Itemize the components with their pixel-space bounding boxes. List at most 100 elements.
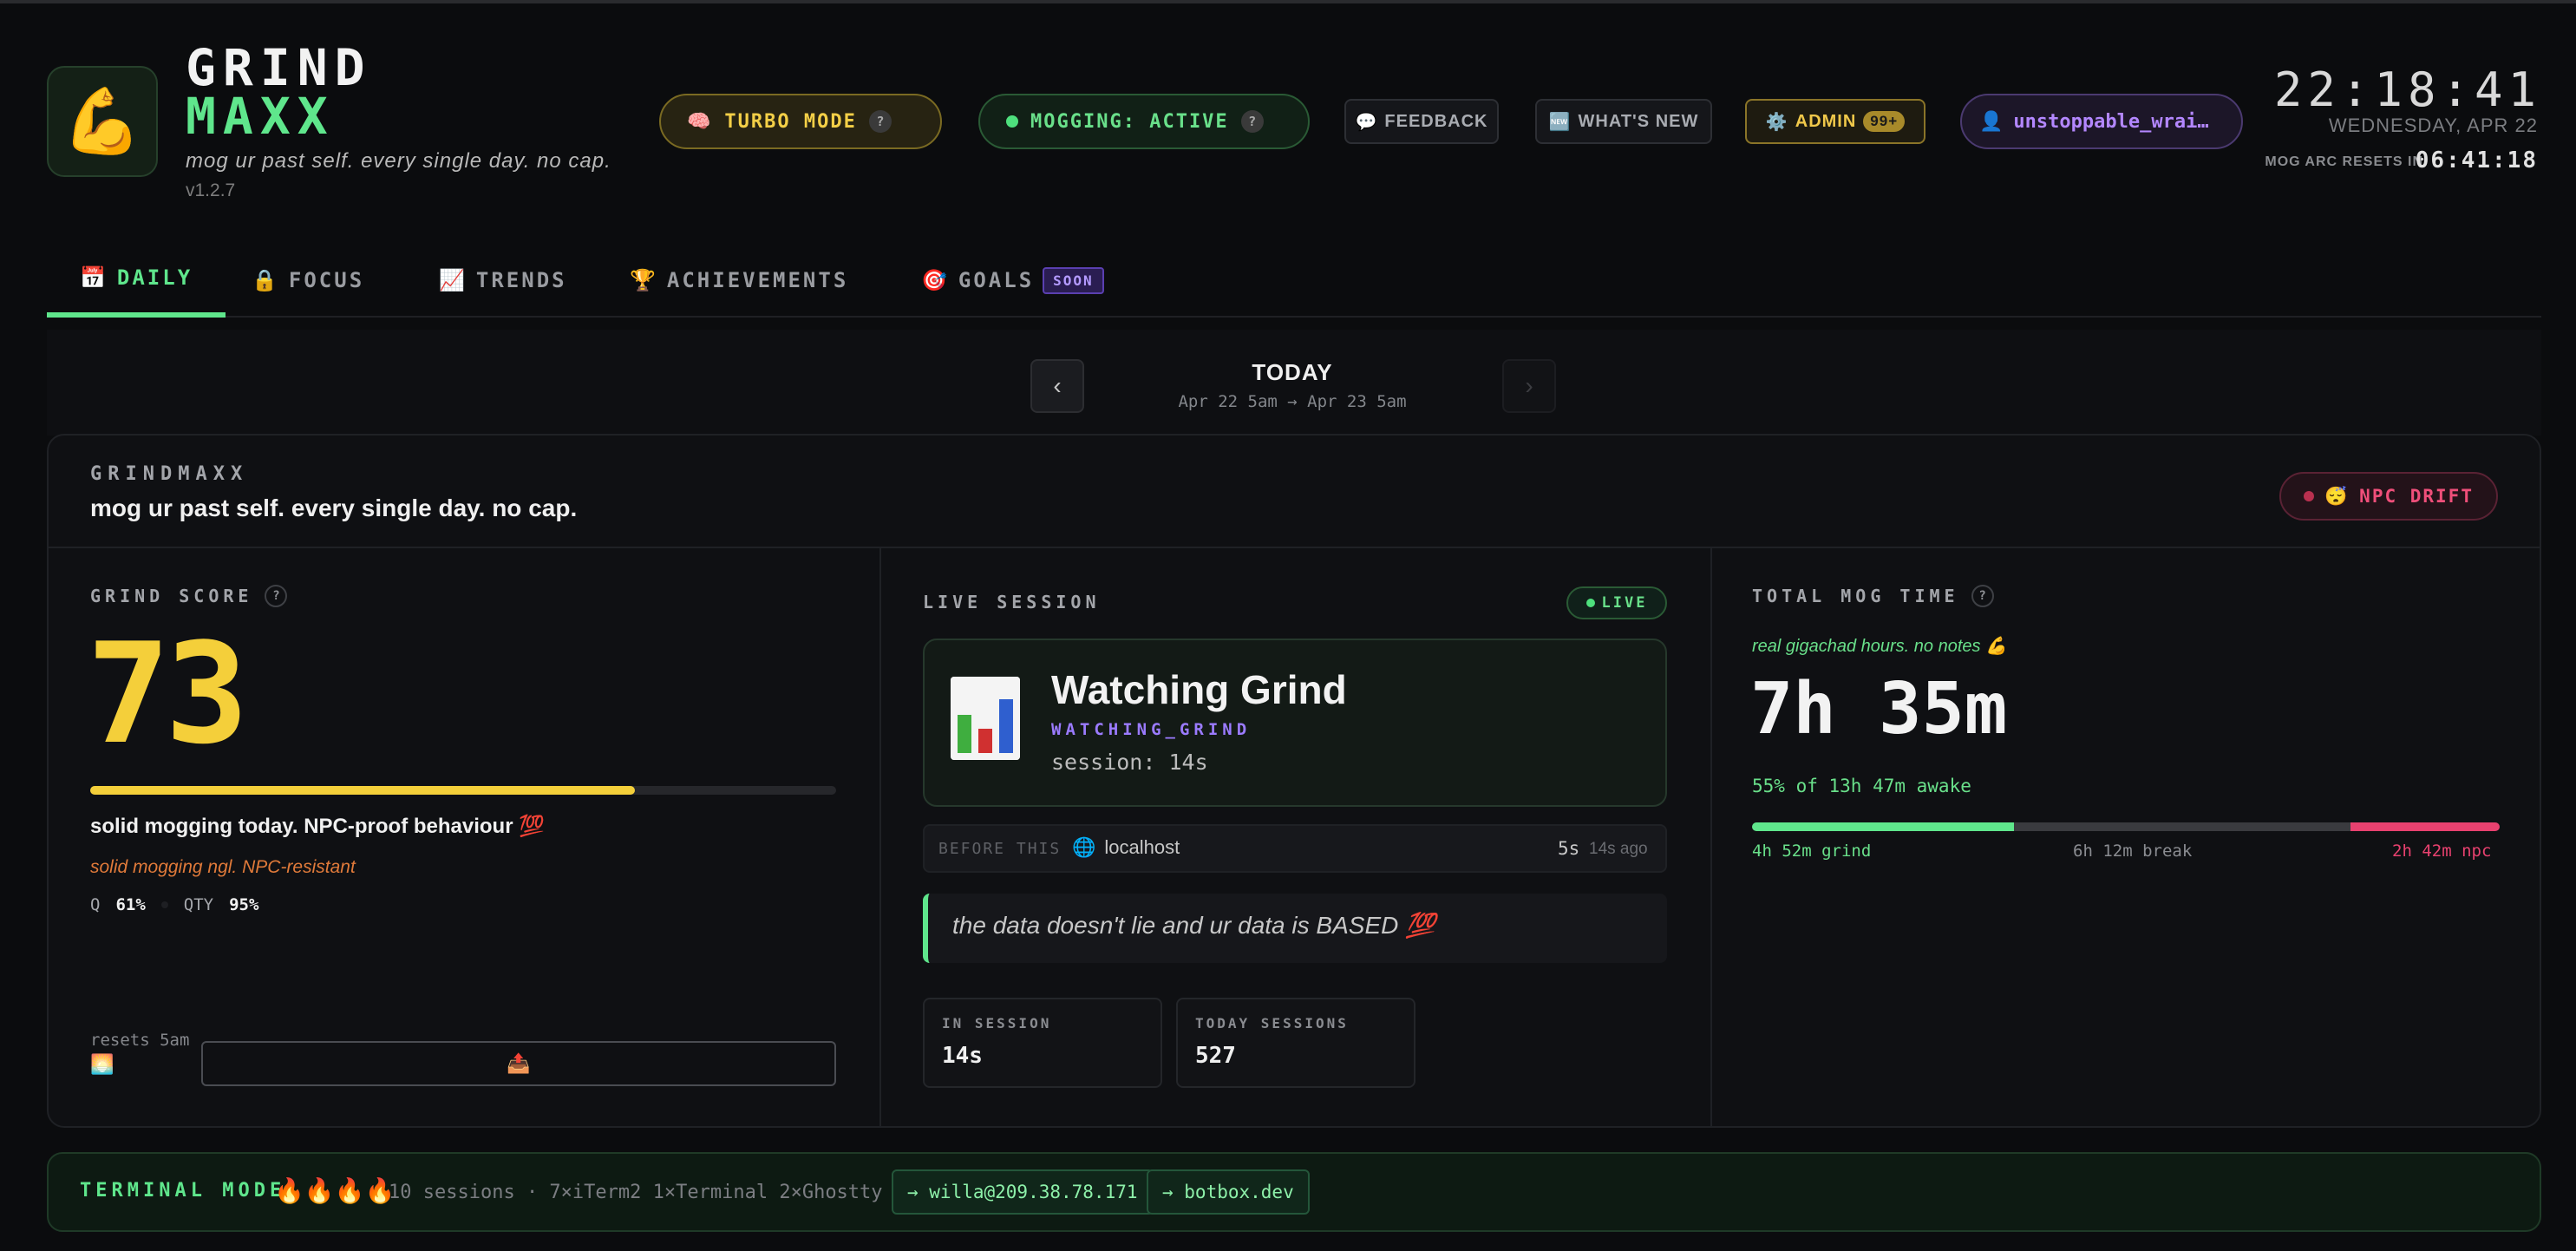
upload-icon: 📤 — [507, 1052, 531, 1074]
live-dot-icon — [1585, 599, 1595, 607]
whats-new-button[interactable]: 🆕 WHAT'S NEW — [1535, 99, 1712, 144]
quality-quantity-row: Q 61% QTY 95% — [90, 895, 258, 914]
quality-value: 61% — [115, 895, 146, 914]
terminal-mode-label: TERMINAL MODE — [80, 1180, 286, 1202]
active-dot-icon — [1006, 115, 1018, 128]
username: unstoppable_wrai… — [2013, 110, 2209, 133]
quality-label: Q — [90, 895, 101, 914]
tab-label: ACHIEVEMENTS — [666, 268, 849, 292]
activity-session: session: 14s — [1051, 750, 1208, 775]
sleepy-icon: 😴 — [2324, 485, 2350, 507]
tab-label: FOCUS — [288, 268, 365, 292]
prev-day-button[interactable]: ‹ — [1030, 359, 1084, 413]
mog-quip: real gigachad hours. no notes 💪 — [1752, 637, 2007, 656]
gear-icon: ⚙️ — [1765, 112, 1788, 132]
grind-score-fill — [90, 786, 635, 795]
tab-goals[interactable]: 🎯 GOALS SOON — [888, 243, 1137, 318]
grind-legend: 4h 52m grind — [1752, 842, 1872, 861]
tagline: mog ur past self. every single day. no c… — [186, 149, 611, 173]
speech-bubble-icon: 💬 — [1355, 112, 1378, 132]
admin-label: ADMIN — [1795, 111, 1857, 131]
previous-host: 🌐 localhost — [1072, 836, 1180, 859]
grind-score-label: GRIND SCORE — [90, 586, 253, 606]
help-icon[interactable]: ? — [868, 110, 892, 133]
version-label: v1.2.7 — [186, 180, 236, 200]
previous-ago: 14s ago — [1589, 840, 1648, 858]
grind-score-bar — [90, 786, 836, 795]
help-icon[interactable]: ? — [1240, 110, 1264, 133]
tab-trends[interactable]: 📈 TRENDS — [406, 243, 600, 318]
mogging-status-label: MOGGING: ACTIVE — [1030, 110, 1229, 133]
live-session-label: LIVE SESSION — [923, 592, 1101, 612]
trophy-icon: 🏆 — [630, 268, 658, 292]
sunrise-icon: 🌅 — [90, 1053, 114, 1075]
live-session-heading: LIVE SESSION — [923, 592, 1101, 612]
mogging-status-button[interactable]: MOGGING: ACTIVE ? — [978, 94, 1310, 149]
npc-drift-label: NPC DRIFT — [2359, 486, 2474, 507]
feedback-label: FEEDBACK — [1384, 111, 1488, 131]
tab-daily[interactable]: 📅 DAILY — [47, 243, 226, 318]
live-badge: LIVE — [1566, 586, 1667, 619]
arc-reset-countdown: 06:41:18 — [2415, 147, 2538, 174]
card-header: GRINDMAXX mog ur past self. every single… — [49, 436, 2540, 548]
quantity-value: 95% — [229, 895, 259, 914]
previous-duration: 5s — [1558, 838, 1580, 859]
terminal-session-info: 10 sessions · 7×iTerm2 1×Terminal 2×Ghos… — [389, 1182, 883, 1203]
mog-time-heading: TOTAL MOG TIME ? — [1752, 585, 1994, 607]
calendar-icon: 📅 — [80, 265, 108, 290]
tab-achievements[interactable]: 🏆 ACHIEVEMENTS — [597, 243, 881, 318]
arc-reset-label: MOG ARC RESETS IN — [2265, 154, 2423, 169]
feedback-button[interactable]: 💬 FEEDBACK — [1344, 99, 1499, 144]
column-divider — [1710, 548, 1712, 1128]
quote-text: the data doesn't lie and ur data is BASE… — [952, 912, 1435, 939]
user-menu-button[interactable]: 👤 unstoppable_wrai… — [1960, 94, 2243, 149]
tab-label: TRENDS — [475, 268, 567, 292]
today-sessions-value: 527 — [1195, 1043, 1236, 1069]
break-segment — [2013, 822, 2350, 831]
top-border — [0, 0, 2576, 3]
current-activity-card — [923, 639, 1667, 807]
date-label: WEDNESDAY, APR 22 — [2328, 115, 2538, 136]
grind-segment — [1752, 822, 2014, 831]
today-sessions-label: TODAY SESSIONS — [1195, 1015, 1349, 1032]
npc-legend: 2h 42m npc — [2392, 842, 2492, 861]
target-icon: 🎯 — [921, 268, 950, 292]
turbo-mode-button[interactable]: 🧠 TURBO MODE ? — [659, 94, 942, 149]
resets-label: resets 5am — [90, 1031, 190, 1050]
share-button[interactable]: 📤 — [201, 1041, 836, 1086]
lock-icon: 🔒 — [252, 268, 280, 292]
tab-label: GOALS — [958, 268, 1035, 292]
botbox-link[interactable]: → botbox.dev — [1147, 1169, 1310, 1215]
user-icon: 👤 — [1979, 110, 2004, 133]
fire-icon: 🔥🔥🔥🔥 — [274, 1177, 396, 1204]
brain-icon: 🧠 — [687, 110, 713, 133]
grind-score-heading: GRIND SCORE ? — [90, 585, 288, 607]
whats-new-label: WHAT'S NEW — [1578, 111, 1699, 131]
admin-button[interactable]: ⚙️ ADMIN 99+ — [1745, 99, 1925, 144]
chart-icon: 📈 — [439, 268, 467, 292]
help-icon[interactable]: ? — [265, 585, 288, 607]
help-icon[interactable]: ? — [1971, 585, 1994, 607]
npc-drift-status[interactable]: 😴 NPC DRIFT — [2279, 472, 2498, 521]
ssh-host-link[interactable]: → willa@209.38.78.171 — [892, 1169, 1154, 1215]
next-day-button[interactable]: › — [1502, 359, 1556, 413]
column-divider — [879, 548, 881, 1128]
admin-count-badge: 99+ — [1863, 111, 1906, 132]
quantity-label: QTY — [183, 895, 214, 914]
grind-score-value: 73 — [87, 612, 249, 775]
clock: 22:18:41 — [2273, 62, 2541, 117]
day-title: TODAY — [1252, 359, 1333, 385]
globe-icon: 🌐 — [1072, 836, 1096, 858]
status-dot-icon — [2304, 491, 2315, 501]
mog-time-value: 7h 35m — [1750, 668, 2008, 750]
tab-bar: 📅 DAILY 🔒 FOCUS 📈 TRENDS 🏆 ACHIEVEMENTS … — [47, 243, 2541, 318]
turbo-mode-label: TURBO MODE — [724, 110, 857, 133]
grind-quip: solid mogging ngl. NPC-resistant — [90, 857, 356, 877]
tab-focus[interactable]: 🔒 FOCUS — [219, 243, 397, 318]
brand-title-line2: MAXX — [186, 87, 335, 146]
break-legend: 6h 12m break — [2073, 842, 2193, 861]
grind-summary: solid mogging today. NPC-proof behaviour… — [90, 815, 546, 838]
before-this-label: BEFORE THIS — [938, 840, 1062, 858]
live-badge-label: LIVE — [1601, 594, 1648, 612]
tab-label: DAILY — [116, 265, 193, 290]
